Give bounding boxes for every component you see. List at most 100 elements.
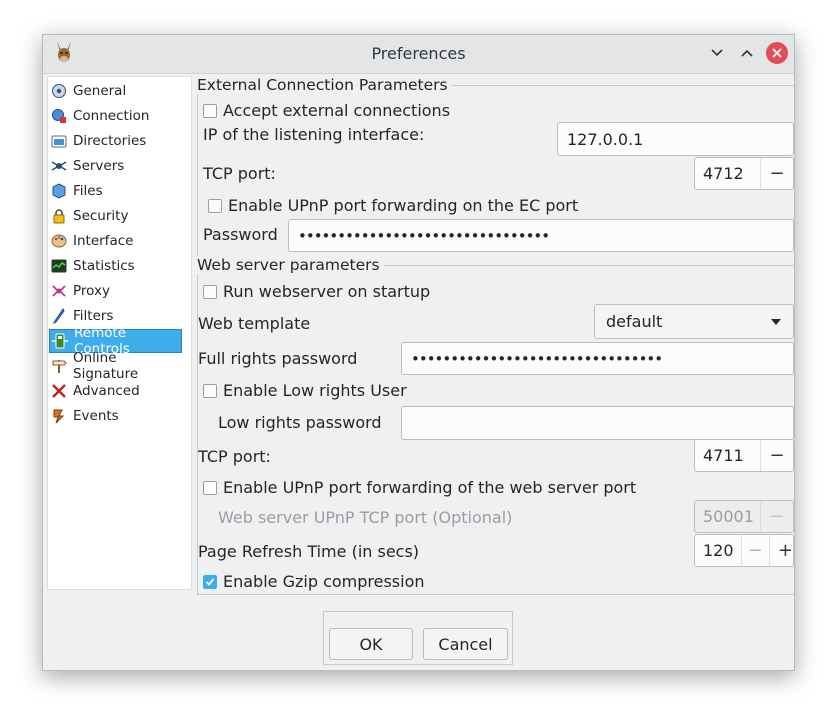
- decrement-button[interactable]: −: [760, 501, 793, 532]
- checkmark-icon: [205, 577, 215, 586]
- minimize-button[interactable]: [706, 42, 728, 64]
- web-upnp-label: Enable UPnP port forwarding of the web s…: [223, 478, 637, 497]
- sidebar-item-label: Online Signature: [73, 350, 139, 382]
- decrement-button[interactable]: −: [741, 535, 769, 566]
- run-webserver-label: Run webserver on startup: [223, 282, 431, 301]
- signpost-icon: [51, 358, 67, 374]
- events-icon: [51, 408, 67, 424]
- web-tcp-port-value: 4711: [703, 446, 744, 465]
- close-button[interactable]: [766, 42, 788, 64]
- lock-icon: [51, 208, 67, 224]
- ec-tcp-port-spinbox[interactable]: 4712 −: [694, 157, 794, 190]
- sidebar-item-label: Advanced: [73, 383, 140, 399]
- sidebar-item-label: Directories: [73, 133, 147, 149]
- sidebar-item-security[interactable]: Security: [49, 204, 182, 228]
- sidebar-item-proxy[interactable]: Proxy: [49, 279, 182, 303]
- sidebar-item-label: Connection: [73, 108, 150, 124]
- sidebar-item-label: Files: [73, 183, 103, 199]
- page-refresh-spinbox[interactable]: 120 − +: [694, 534, 794, 567]
- sidebar-item-general[interactable]: General: [49, 79, 182, 103]
- full-rights-label: Full rights password: [198, 349, 358, 368]
- low-rights-user-checkbox[interactable]: Enable Low rights User: [203, 381, 407, 400]
- sidebar-item-advanced[interactable]: Advanced: [49, 379, 182, 403]
- page-refresh-label: Page Refresh Time (in secs): [198, 542, 420, 561]
- chevron-down-icon: [711, 49, 723, 57]
- servers-icon: [51, 158, 67, 174]
- ec-tcp-port-label: TCP port:: [203, 164, 276, 183]
- proxy-icon: [51, 283, 67, 299]
- sidebar-item-label: Interface: [73, 233, 134, 249]
- web-template-select[interactable]: default: [594, 304, 794, 339]
- sidebar-item-directories[interactable]: Directories: [49, 129, 182, 153]
- decrement-button[interactable]: −: [760, 440, 793, 471]
- gzip-label: Enable Gzip compression: [223, 572, 425, 591]
- web-upnp-port-spinbox[interactable]: 50001 −: [694, 500, 794, 533]
- advanced-icon: [51, 383, 67, 399]
- run-webserver-checkbox[interactable]: Run webserver on startup: [203, 282, 430, 301]
- web-section-label: Web server parameters: [197, 256, 384, 274]
- sidebar-item-label: Security: [73, 208, 129, 224]
- ec-upnp-label: Enable UPnP port forwarding on the EC po…: [228, 196, 579, 215]
- sidebar-item-files[interactable]: Files: [49, 179, 182, 203]
- checkbox-box: [203, 383, 217, 398]
- preferences-sidebar: General Connection Directories Servers F…: [47, 76, 192, 590]
- increment-button[interactable]: +: [768, 535, 793, 566]
- ec-upnp-checkbox[interactable]: Enable UPnP port forwarding on the EC po…: [208, 196, 578, 215]
- ec-password-input[interactable]: ••••••••••••••••••••••••••••••••: [288, 219, 794, 252]
- sidebar-item-label: Events: [73, 408, 119, 424]
- files-icon: [51, 183, 67, 199]
- general-icon: [51, 83, 67, 99]
- folder-icon: [51, 133, 67, 149]
- low-rights-password-label: Low rights password: [218, 413, 382, 432]
- sidebar-item-label: Proxy: [73, 283, 110, 299]
- sidebar-item-interface[interactable]: Interface: [49, 229, 182, 253]
- web-template-value: default: [606, 312, 663, 331]
- web-tcp-port-label: TCP port:: [198, 447, 271, 466]
- ip-label: IP of the listening interface:: [203, 125, 425, 144]
- ok-button[interactable]: OK: [329, 628, 413, 660]
- checkbox-box: [203, 480, 217, 495]
- low-rights-password-input[interactable]: [401, 406, 794, 440]
- page-refresh-value: 120: [703, 541, 734, 560]
- accept-external-checkbox[interactable]: Accept external connections: [203, 101, 450, 120]
- sidebar-item-label: General: [73, 83, 127, 99]
- accept-external-label: Accept external connections: [223, 101, 451, 120]
- low-rights-user-label: Enable Low rights User: [223, 381, 407, 400]
- checkbox-box: [208, 198, 222, 213]
- remote-controls-icon: [52, 333, 68, 349]
- remote-controls-panel: External Connection Parameters Accept ex…: [197, 76, 794, 595]
- gzip-checkbox[interactable]: Enable Gzip compression: [203, 572, 425, 591]
- dialog-button-box: OK Cancel: [323, 611, 513, 665]
- sidebar-item-label: Filters: [73, 308, 114, 324]
- full-rights-password-input[interactable]: ••••••••••••••••••••••••••••••••: [401, 342, 794, 375]
- ec-password-label: Password: [203, 225, 278, 244]
- filters-icon: [51, 308, 67, 324]
- sidebar-item-connection[interactable]: Connection: [49, 104, 182, 128]
- statistics-icon: [51, 258, 67, 274]
- web-template-label: Web template: [198, 314, 311, 333]
- window-title: Preferences: [371, 44, 466, 63]
- maximize-button[interactable]: [736, 42, 758, 64]
- external-section-label: External Connection Parameters: [197, 76, 452, 94]
- sidebar-item-label: Servers: [73, 158, 125, 174]
- web-tcp-port-spinbox[interactable]: 4711 −: [694, 439, 794, 472]
- sidebar-item-online-signature[interactable]: Online Signature: [49, 350, 182, 382]
- close-icon: [772, 48, 782, 58]
- ip-input[interactable]: 127.0.0.1: [557, 122, 794, 156]
- web-upnp-port-label: Web server UPnP TCP port (Optional): [218, 508, 513, 527]
- connection-icon: [51, 108, 67, 124]
- checkbox-box: [203, 574, 217, 589]
- cancel-button[interactable]: Cancel: [423, 628, 508, 660]
- title-bar: Preferences: [43, 35, 794, 74]
- web-upnp-port-value: 50001: [703, 507, 754, 526]
- sidebar-item-events[interactable]: Events: [49, 404, 182, 428]
- checkbox-box: [203, 103, 217, 118]
- chevron-up-icon: [741, 49, 753, 57]
- decrement-button[interactable]: −: [760, 158, 793, 189]
- checkbox-box: [203, 284, 217, 299]
- sidebar-item-servers[interactable]: Servers: [49, 154, 182, 178]
- preferences-dialog: Preferences General Connection Directori…: [42, 34, 795, 671]
- web-upnp-checkbox[interactable]: Enable UPnP port forwarding of the web s…: [203, 478, 636, 497]
- sidebar-item-statistics[interactable]: Statistics: [49, 254, 182, 278]
- palette-icon: [51, 233, 67, 249]
